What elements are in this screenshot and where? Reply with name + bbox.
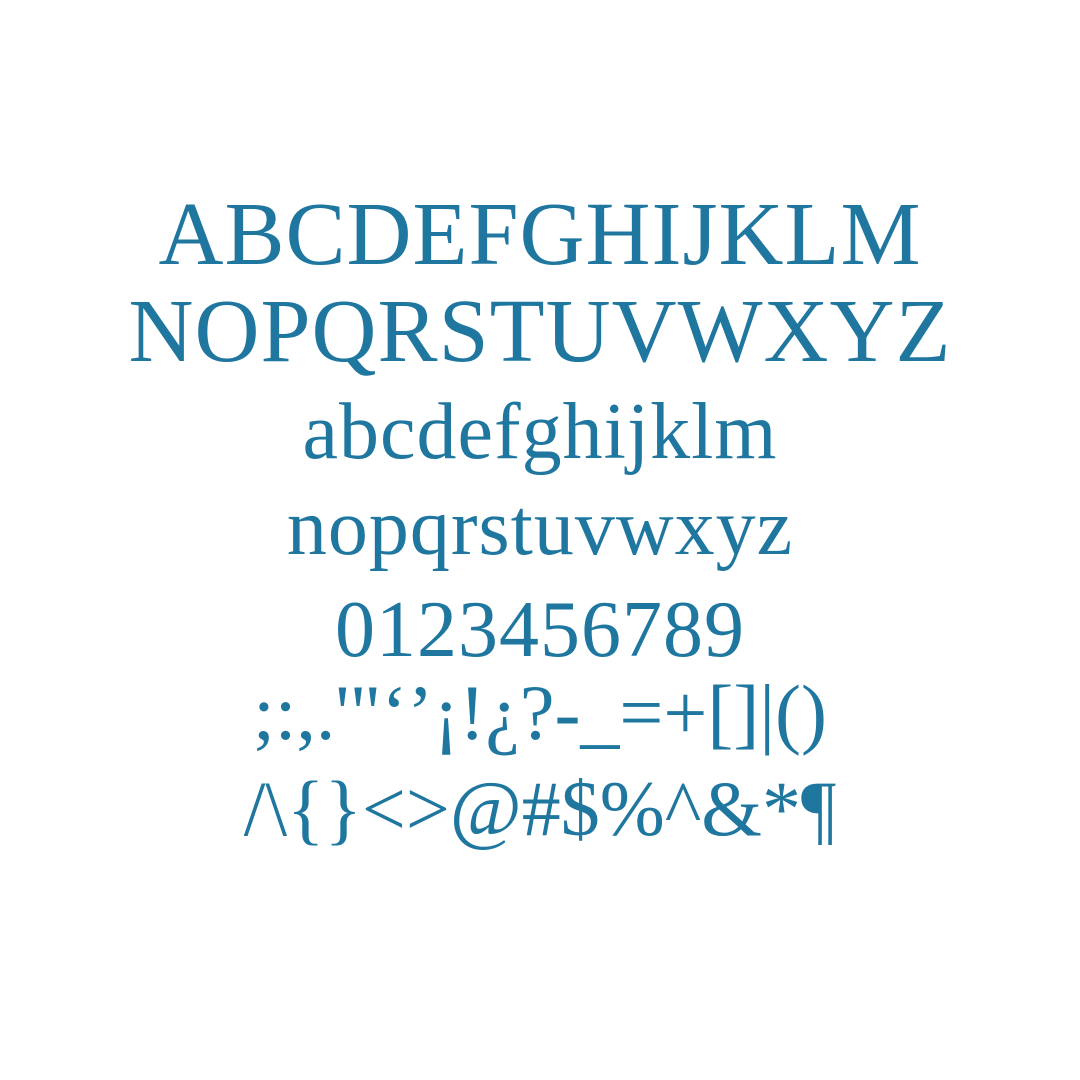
uppercase-line-1: ABCDEFGHIJKLM — [158, 185, 922, 284]
numerals-line: 0123456789 — [335, 586, 745, 674]
glyph-specimen: ABCDEFGHIJKLM NOPQRSTUVWXYZ abcdefghijkl… — [0, 0, 1080, 1080]
punctuation-line-1: ;:,.'"‘’¡!¿?-_=+[]|() — [253, 669, 827, 756]
lowercase-line-2: nopqrstuvwxyz — [286, 484, 794, 572]
font-specimen-page: ABCDEFGHIJKLM NOPQRSTUVWXYZ abcdefghijkl… — [0, 0, 1080, 1080]
punctuation-line-2: /\{}<>@#$%^&*¶ — [243, 765, 837, 852]
uppercase-line-2: NOPQRSTUVWXYZ — [128, 282, 952, 381]
lowercase-line-1: abcdefghijklm — [302, 388, 778, 476]
